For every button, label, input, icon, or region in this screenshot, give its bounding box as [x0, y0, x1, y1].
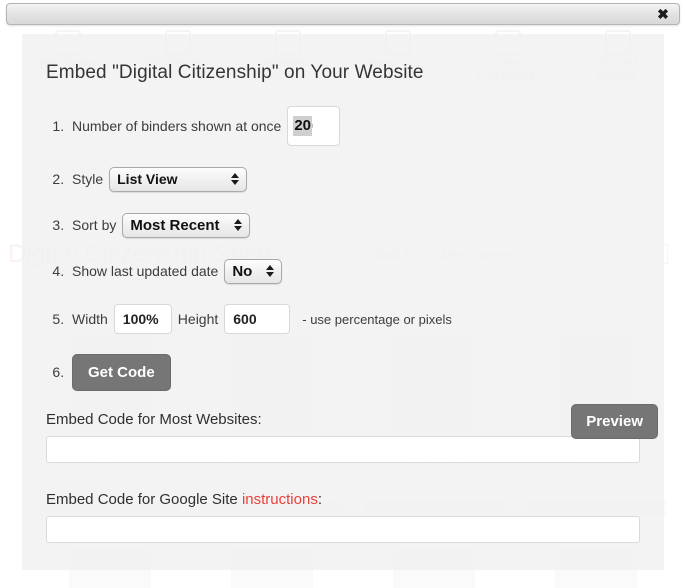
page-title: Embed "Digital Citizenship" on Your Webs…	[46, 62, 424, 83]
preview-button[interactable]: Preview	[571, 404, 658, 439]
embed-google-label-before: Embed Code for Google Site	[46, 491, 242, 508]
step-style: Style List ViewGrid ViewSlideshow	[68, 166, 640, 192]
style-select-wrapper: List ViewGrid ViewSlideshow	[109, 166, 248, 192]
dialog-titlebar: ✖	[6, 3, 680, 25]
style-select[interactable]: List ViewGrid ViewSlideshow	[109, 166, 248, 192]
embed-code-most-websites-input[interactable]	[46, 436, 640, 463]
sort-by-select-wrapper: Most RecentMost PopularAlphabetical	[122, 212, 251, 238]
show-date-select-wrapper: NoYes	[224, 258, 283, 284]
embed-code-most-websites-label: Embed Code for Most Websites:	[46, 411, 262, 428]
step-get-code: Get Code	[68, 354, 640, 391]
embed-code-google-site-label: Embed Code for Google Site instructions:	[46, 491, 640, 508]
num-binders-input-wrapper: 20	[287, 106, 341, 146]
embed-code-most-websites-section: Embed Code for Most Websites:	[46, 411, 640, 463]
step-sort-by: Sort by Most RecentMost PopularAlphabeti…	[68, 212, 640, 238]
step-show-last-updated: Show last updated date NoYes	[68, 258, 640, 284]
sort-by-select[interactable]: Most RecentMost PopularAlphabetical	[122, 212, 251, 238]
embed-options-list: Number of binders shown at once 20 Style…	[46, 106, 640, 391]
width-input[interactable]	[113, 304, 172, 334]
instructions-link[interactable]: instructions	[242, 491, 318, 508]
height-label: Height	[177, 311, 219, 327]
num-binders-input[interactable]	[287, 106, 341, 146]
height-input[interactable]	[224, 304, 291, 334]
style-label: Style	[72, 171, 104, 187]
embed-code-google-site-input[interactable]	[46, 516, 640, 543]
show-date-select[interactable]: NoYes	[224, 258, 283, 284]
embed-code-google-site-section: Embed Code for Google Site instructions:	[46, 491, 640, 543]
width-label: Width	[72, 311, 108, 327]
step-size: Width Height - use percentage or pixels	[68, 304, 640, 334]
size-hint: - use percentage or pixels	[302, 311, 452, 327]
num-binders-label: Number of binders shown at once	[72, 118, 282, 134]
embed-google-label-after: :	[317, 491, 322, 508]
get-code-button[interactable]: Get Code	[72, 354, 171, 391]
show-date-label: Show last updated date	[72, 263, 219, 279]
close-icon[interactable]: ✖	[655, 6, 671, 22]
sort-by-label: Sort by	[72, 217, 117, 233]
step-number-of-binders: Number of binders shown at once 20	[68, 106, 640, 146]
embed-dialog-panel: Embed "Digital Citizenship" on Your Webs…	[22, 34, 664, 570]
